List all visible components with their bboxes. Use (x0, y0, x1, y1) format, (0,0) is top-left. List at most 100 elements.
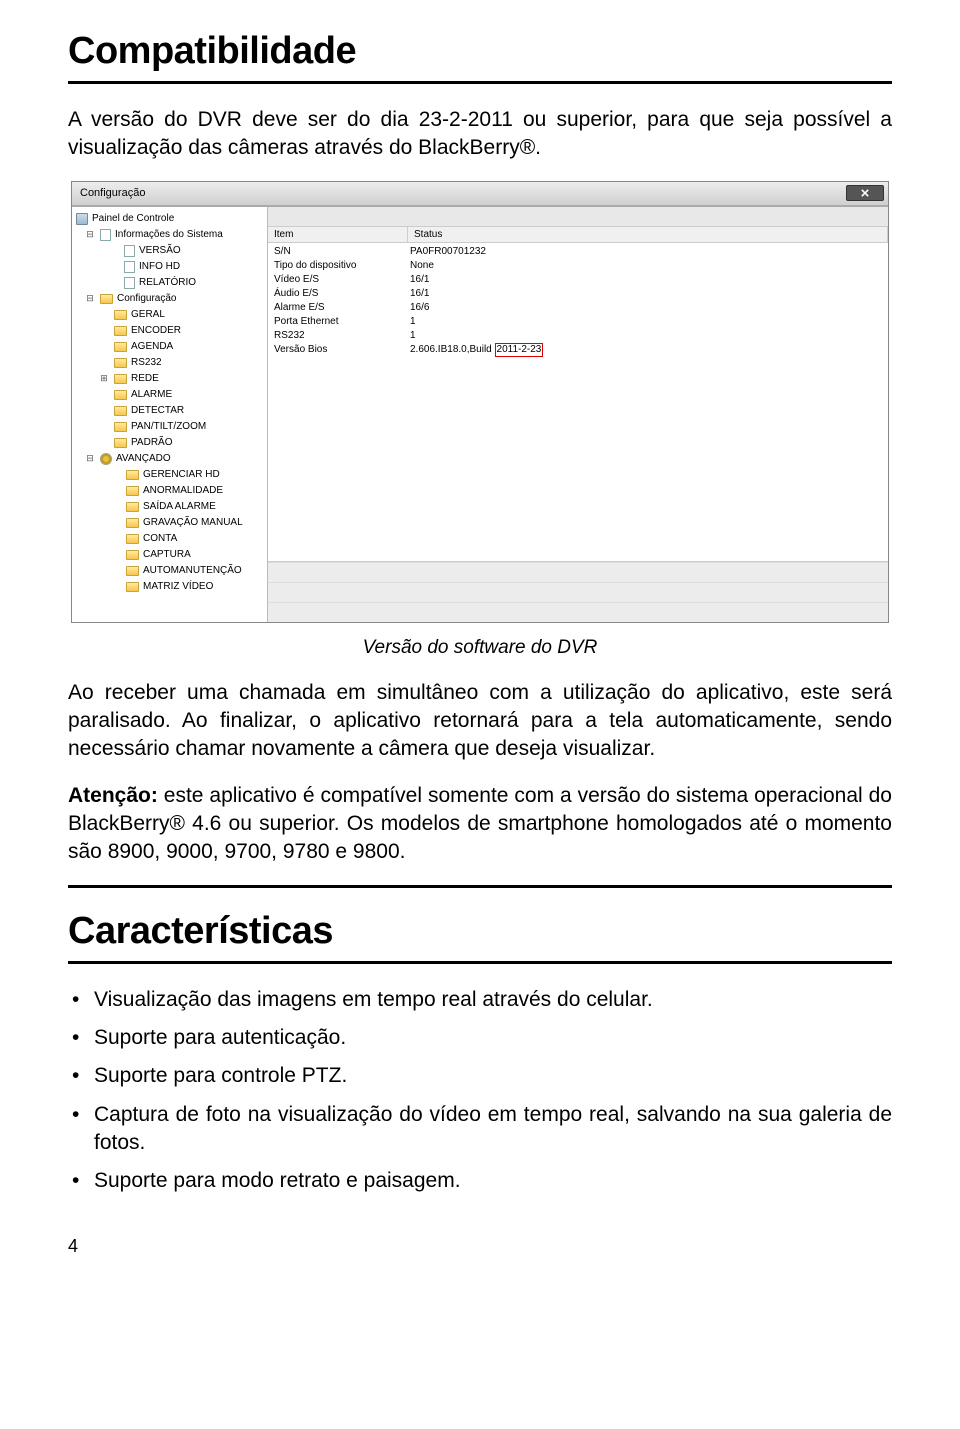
folder-icon (126, 566, 139, 576)
folder-icon (114, 422, 127, 432)
tree-label: INFO HD (139, 261, 180, 272)
cell-item: S/N (268, 246, 408, 257)
heading-caracteristicas: Características (68, 910, 892, 953)
content-panel: Item Status S/NPA0FR00701232Tipo do disp… (268, 207, 888, 622)
tree-leaf[interactable]: AGENDA (76, 339, 267, 355)
tree-label: VERSÃO (139, 245, 181, 256)
cell-item: Versão Bios (268, 344, 408, 355)
tree-node[interactable]: ⊟ Informações do Sistema (76, 227, 267, 243)
table-row: RS2321 (268, 329, 888, 343)
tree-leaf[interactable]: ALARME (76, 387, 267, 403)
close-icon (861, 189, 869, 197)
table-body: S/NPA0FR00701232Tipo do dispositivoNoneV… (268, 243, 888, 359)
folder-icon (126, 502, 139, 512)
tree-leaf[interactable]: AUTOMANUTENÇÃO (76, 563, 267, 579)
tree-leaf[interactable]: DETECTAR (76, 403, 267, 419)
tree-label: ALARME (131, 389, 172, 400)
tree-label: REDE (131, 373, 159, 384)
folder-icon (126, 518, 139, 528)
table-row: Alarme E/S16/6 (268, 301, 888, 315)
tree-leaf[interactable]: GERENCIAR HD (76, 467, 267, 483)
cell-status: 1 (408, 316, 888, 327)
attention-label: Atenção: (68, 784, 158, 807)
cell-status: 16/1 (408, 288, 888, 299)
table-row: Versão Bios2.606.IB18.0,Build 2011-2-23 (268, 343, 888, 357)
tree-leaf[interactable]: RELATÓRIO (76, 275, 267, 291)
tree-leaf[interactable]: ANORMALIDADE (76, 483, 267, 499)
document-icon (124, 245, 135, 257)
tree-leaf[interactable]: CONTA (76, 531, 267, 547)
tree-label: ENCODER (131, 325, 181, 336)
folder-icon (114, 374, 127, 384)
tree-node[interactable]: ⊟ AVANÇADO (76, 451, 267, 467)
document-icon (100, 229, 111, 241)
tree-label: Painel de Controle (92, 213, 174, 224)
tree-leaf[interactable]: SAÍDA ALARME (76, 499, 267, 515)
tree-label: Informações do Sistema (115, 229, 223, 240)
collapse-icon[interactable]: ⊟ (84, 293, 96, 305)
folder-icon (114, 438, 127, 448)
tree-panel: Painel de Controle ⊟ Informações do Sist… (72, 207, 268, 622)
tree-label: RS232 (131, 357, 162, 368)
titlebar: Configuração (72, 182, 888, 206)
tree-leaf[interactable]: PADRÃO (76, 435, 267, 451)
cell-item: Vídeo E/S (268, 274, 408, 285)
tree-label: PAN/TILT/ZOOM (131, 421, 206, 432)
tree-label: MATRIZ VÍDEO (143, 581, 213, 592)
tree-label: ANORMALIDADE (143, 485, 223, 496)
tree-label: AVANÇADO (116, 453, 171, 464)
folder-icon (126, 534, 139, 544)
tree-leaf[interactable]: CAPTURA (76, 547, 267, 563)
figure-caption: Versão do software do DVR (68, 637, 892, 659)
tree-leaf[interactable]: ENCODER (76, 323, 267, 339)
folder-icon (126, 486, 139, 496)
cell-item: Alarme E/S (268, 302, 408, 313)
folder-icon (126, 550, 139, 560)
tree-label: Configuração (117, 293, 176, 304)
divider (68, 81, 892, 84)
tree-label: AUTOMANUTENÇÃO (143, 565, 242, 576)
divider (68, 961, 892, 964)
folder-icon (100, 294, 113, 304)
attention-paragraph: Atenção: este aplicativo é compatível so… (68, 782, 892, 867)
cell-status: 16/1 (408, 274, 888, 285)
tree-leaf[interactable]: MATRIZ VÍDEO (76, 579, 267, 595)
tree-leaf[interactable]: GRAVAÇÃO MANUAL (76, 515, 267, 531)
table-row: Porta Ethernet1 (268, 315, 888, 329)
collapse-icon[interactable]: ⊟ (84, 229, 96, 241)
folder-icon (114, 342, 127, 352)
close-button[interactable] (846, 185, 884, 201)
folder-icon (126, 470, 139, 480)
paragraph: A versão do DVR deve ser do dia 23-2-201… (68, 106, 892, 163)
tree-leaf[interactable]: INFO HD (76, 259, 267, 275)
document-icon (124, 277, 135, 289)
folder-icon (114, 326, 127, 336)
tree-root[interactable]: Painel de Controle (76, 211, 267, 227)
tree-label: CAPTURA (143, 549, 191, 560)
folder-icon (114, 310, 127, 320)
cell-item: RS232 (268, 330, 408, 341)
tree-node[interactable]: ⊟ Configuração (76, 291, 267, 307)
tree-label: PADRÃO (131, 437, 173, 448)
tree-leaf[interactable]: ⊞ REDE (76, 371, 267, 387)
table-row: Vídeo E/S16/1 (268, 273, 888, 287)
document-icon (124, 261, 135, 273)
expand-icon[interactable]: ⊞ (98, 373, 110, 385)
tree-label: GERENCIAR HD (143, 469, 220, 480)
tree-leaf[interactable]: PAN/TILT/ZOOM (76, 419, 267, 435)
tree-leaf[interactable]: VERSÃO (76, 243, 267, 259)
table-row: Tipo do dispositivoNone (268, 259, 888, 273)
table-header: Item Status (268, 227, 888, 243)
bios-date-highlight: 2011-2-23 (495, 343, 544, 357)
column-header-item: Item (268, 227, 408, 242)
tree-label: GERAL (131, 309, 165, 320)
folder-icon (114, 390, 127, 400)
tree-label: RELATÓRIO (139, 277, 196, 288)
attention-text: este aplicativo é compatível somente com… (68, 784, 892, 864)
tree-leaf[interactable]: RS232 (76, 355, 267, 371)
panel-icon (76, 213, 88, 225)
collapse-icon[interactable]: ⊟ (84, 453, 96, 465)
cell-status: 16/6 (408, 302, 888, 313)
tree-leaf[interactable]: GERAL (76, 307, 267, 323)
feature-list: Visualização das imagens em tempo real a… (68, 986, 892, 1196)
